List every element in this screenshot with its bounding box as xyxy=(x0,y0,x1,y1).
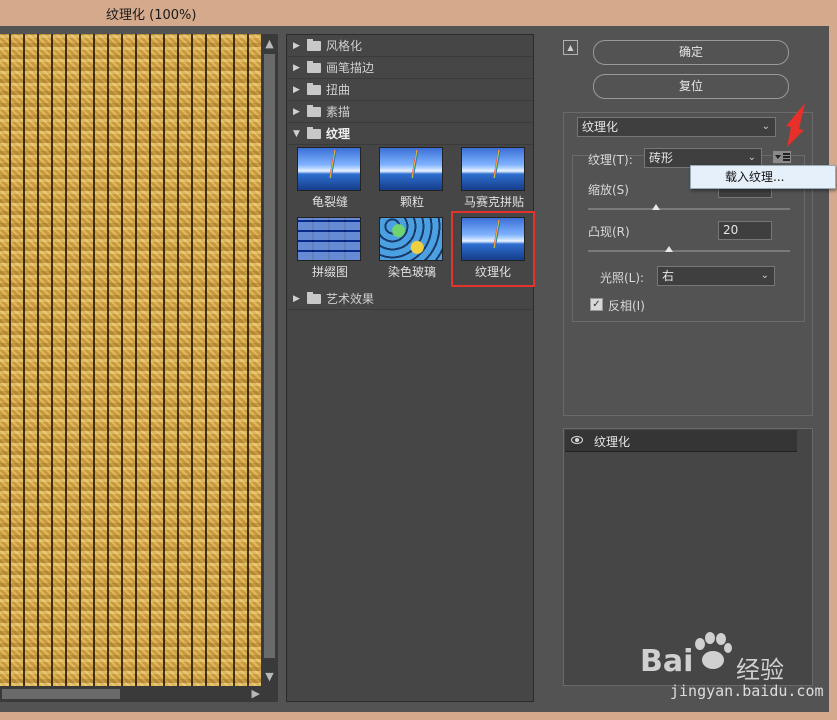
expand-triangle-icon: ▶ xyxy=(293,41,300,51)
invert-checkbox[interactable]: ✓ xyxy=(590,298,603,311)
filter-craquelure[interactable]: 龟裂缝 xyxy=(291,145,365,215)
filter-thumbnail-image xyxy=(297,217,361,261)
relief-input[interactable]: 20 xyxy=(718,221,772,240)
effect-layer-row[interactable]: 纹理化 xyxy=(565,430,797,452)
category-sketch[interactable]: ▶ 素描 xyxy=(287,101,533,123)
scroll-up-icon[interactable]: ▲ xyxy=(263,37,276,50)
category-distort[interactable]: ▶ 扭曲 xyxy=(287,79,533,101)
relief-label: 凸现(R) xyxy=(588,225,630,239)
preview-horizontal-scrollbar[interactable]: ▶ xyxy=(0,686,278,702)
chevron-down-icon: ⌄ xyxy=(760,270,769,281)
filter-label: 拼缀图 xyxy=(311,265,348,279)
filter-mosaic-tiles[interactable]: 马赛克拼贴 xyxy=(455,145,529,215)
category-texture[interactable]: ▼ 纹理 xyxy=(287,123,533,145)
expand-triangle-icon: ▶ xyxy=(293,63,300,73)
scale-slider-thumb[interactable] xyxy=(652,204,660,210)
filter-patchwork[interactable]: 拼缀图 xyxy=(291,215,365,285)
preview-vertical-scrollbar[interactable]: ▲ ▼ xyxy=(261,34,278,686)
filter-gallery-panel: ▶ 风格化 ▶ 画笔描边 ▶ 扭曲 ▶ 素描 ▼ 纹理 龟裂缝 颗粒 马赛克拼贴 xyxy=(286,34,535,702)
scroll-down-icon[interactable]: ▼ xyxy=(263,670,276,683)
light-select[interactable]: 右 ⌄ xyxy=(657,266,775,286)
folder-icon xyxy=(307,39,321,51)
filter-thumbnail-image xyxy=(379,147,443,191)
title-bar: 纹理化 (100%) xyxy=(0,0,837,26)
horizontal-scroll-thumb[interactable] xyxy=(2,689,120,699)
effect-layer-name: 纹理化 xyxy=(594,435,631,449)
texture-label: 纹理(T): xyxy=(588,153,633,167)
folder-icon xyxy=(307,292,321,304)
ok-button[interactable]: 确定 xyxy=(593,40,789,65)
texture-select-value: 砖形 xyxy=(649,151,674,165)
filter-select-value: 纹理化 xyxy=(582,120,619,134)
expand-triangle-icon: ▶ xyxy=(293,294,300,304)
category-label: 画笔描边 xyxy=(326,61,375,75)
filter-thumbnail-image xyxy=(461,217,525,261)
light-label: 光照(L): xyxy=(600,271,645,285)
filter-thumbnail-image xyxy=(297,147,361,191)
window-title: 纹理化 (100%) xyxy=(106,8,197,23)
filter-thumbnail-image xyxy=(461,147,525,191)
eye-icon[interactable] xyxy=(571,436,583,444)
category-stylize[interactable]: ▶ 风格化 xyxy=(287,35,533,57)
expand-triangle-icon: ▶ xyxy=(293,85,300,95)
preview-canvas[interactable] xyxy=(0,34,261,686)
light-select-value: 右 xyxy=(662,269,675,283)
category-label: 素描 xyxy=(326,105,351,119)
folder-icon xyxy=(307,83,321,95)
filter-label: 染色玻璃 xyxy=(387,265,436,279)
filter-label: 纹理化 xyxy=(474,265,511,279)
relief-slider-thumb[interactable] xyxy=(665,246,673,252)
folder-icon xyxy=(307,105,321,117)
filter-texturizer-selected[interactable]: 纹理化 xyxy=(451,211,535,287)
watermark-url: jingyan.baidu.com xyxy=(670,682,824,700)
filter-label: 龟裂缝 xyxy=(311,195,348,209)
expand-triangle-icon: ▶ xyxy=(293,107,300,117)
load-texture-menu-item[interactable]: 载入纹理... xyxy=(690,165,836,189)
scroll-right-icon[interactable]: ▶ xyxy=(252,687,260,700)
filter-label: 颗粒 xyxy=(399,195,424,209)
annotation-arrow-icon xyxy=(786,103,805,147)
chevron-down-icon: ⌄ xyxy=(761,121,770,132)
brand-suffix: 经验 xyxy=(736,656,784,684)
collapse-triangle-icon: ▼ xyxy=(293,129,300,139)
texture-filter-thumbnails: 龟裂缝 颗粒 马赛克拼贴 拼缀图 染色玻璃 纹理化 xyxy=(287,145,535,289)
filter-select[interactable]: 纹理化 ⌄ xyxy=(577,117,776,137)
paw-logo-icon xyxy=(695,632,732,669)
folder-open-icon xyxy=(307,127,321,139)
category-label: 风格化 xyxy=(326,39,363,53)
vertical-scroll-thumb[interactable] xyxy=(264,54,275,658)
relief-slider-track[interactable] xyxy=(588,250,790,252)
filter-grain[interactable]: 颗粒 xyxy=(373,145,447,215)
category-label: 艺术效果 xyxy=(326,292,375,306)
texture-menu-icon[interactable] xyxy=(772,150,792,164)
scale-label: 缩放(S) xyxy=(588,183,629,197)
category-brush-strokes[interactable]: ▶ 画笔描边 xyxy=(287,57,533,79)
folder-icon xyxy=(307,61,321,73)
reset-button[interactable]: 复位 xyxy=(593,74,789,99)
baidu-jingyan-watermark: Bai 经验 jingyan.baidu.com xyxy=(640,630,835,720)
category-artistic[interactable]: ▶ 艺术效果 xyxy=(287,288,533,310)
filter-thumbnail-image xyxy=(379,217,443,261)
collapse-gallery-icon[interactable]: ▲ xyxy=(563,40,578,55)
invert-label: 反相(I) xyxy=(608,299,645,313)
category-label: 扭曲 xyxy=(326,83,351,97)
scale-slider-track[interactable] xyxy=(588,208,790,210)
brand-text: Bai xyxy=(640,644,694,679)
category-label: 纹理 xyxy=(326,127,351,141)
filter-label: 马赛克拼贴 xyxy=(463,195,524,209)
filter-stained-glass[interactable]: 染色玻璃 xyxy=(373,215,447,285)
